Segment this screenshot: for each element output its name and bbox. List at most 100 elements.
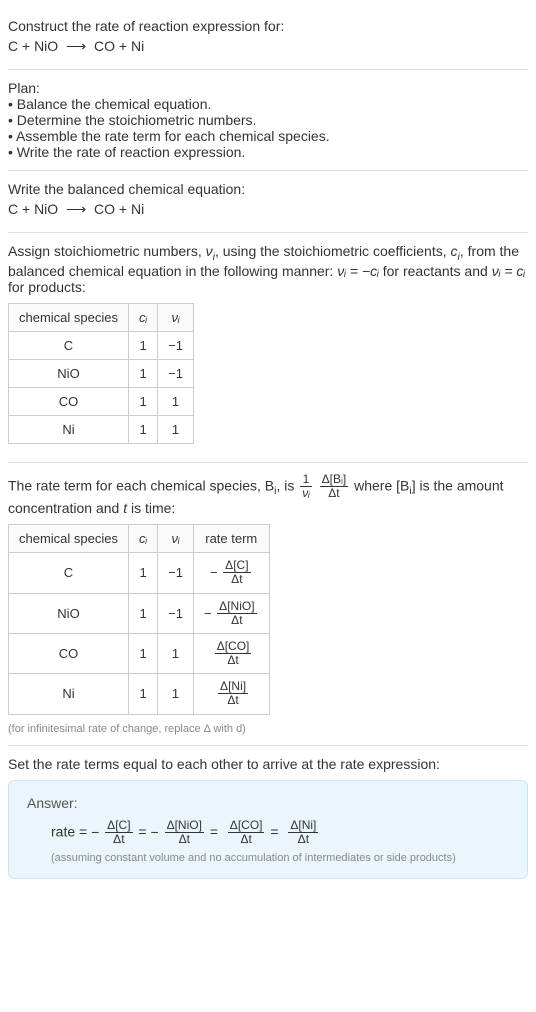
plan-item: • Determine the stoichiometric numbers. xyxy=(8,112,528,128)
cell-species: C xyxy=(9,553,129,593)
text: The rate term for each chemical species,… xyxy=(8,477,274,493)
rateterm-section: The rate term for each chemical species,… xyxy=(8,463,528,746)
cell-vi: 1 xyxy=(158,387,194,415)
stoich-intro: Assign stoichiometric numbers, νi, using… xyxy=(8,243,528,295)
rate-label: rate = xyxy=(51,823,91,839)
balanced-equation: C + NiO ⟶ CO + Ni xyxy=(8,201,528,218)
answer-expression: rate = − Δ[C] Δt = − Δ[NiO] Δt = Δ[CO] Δ… xyxy=(51,819,509,846)
final-section: Set the rate terms equal to each other t… xyxy=(8,746,528,889)
cell-ci: 1 xyxy=(129,593,158,633)
col-ci: cᵢ xyxy=(129,303,158,331)
cell-vi: −1 xyxy=(158,331,194,359)
denominator: Δt xyxy=(228,833,265,846)
cell-vi: −1 xyxy=(158,553,194,593)
numerator: 1 xyxy=(300,473,312,487)
plan-item-text: Write the rate of reaction expression. xyxy=(17,144,246,160)
denominator: Δt xyxy=(165,833,204,846)
eq-right: CO + Ni xyxy=(94,38,144,54)
cell-ci: 1 xyxy=(129,674,158,714)
fraction: Δ[CO] Δt xyxy=(228,819,265,846)
table-row: NiO 1 −1 − Δ[NiO] Δt xyxy=(9,593,270,633)
eq-left: C + NiO xyxy=(8,201,58,217)
cell-species: Ni xyxy=(9,674,129,714)
final-title: Set the rate terms equal to each other t… xyxy=(8,756,528,772)
cell-rate: Δ[CO] Δt xyxy=(193,633,269,673)
text: for reactants and xyxy=(379,263,492,279)
cell-rate: Δ[Ni] Δt xyxy=(193,674,269,714)
cell-ci: 1 xyxy=(129,387,158,415)
answer-box: Answer: rate = − Δ[C] Δt = − Δ[NiO] Δt =… xyxy=(8,780,528,879)
symbol: c xyxy=(451,243,458,259)
sign: − xyxy=(151,824,159,840)
table-row: Ni 1 1 xyxy=(9,415,194,443)
cell-ci: 1 xyxy=(129,415,158,443)
cell-vi: −1 xyxy=(158,359,194,387)
text: , using the stoichiometric coefficients, xyxy=(215,243,451,259)
plan-item-text: Determine the stoichiometric numbers. xyxy=(17,112,257,128)
header-text: νᵢ xyxy=(171,310,179,325)
equals: = xyxy=(210,823,222,839)
cell-species: Ni xyxy=(9,415,129,443)
answer-note: (assuming constant volume and no accumul… xyxy=(51,852,509,864)
denominator: Δt xyxy=(218,694,248,707)
fraction: Δ[Ni] Δt xyxy=(288,819,318,846)
header-text: νᵢ xyxy=(171,531,179,546)
table-header-row: chemical species cᵢ νᵢ xyxy=(9,303,194,331)
col-vi: νᵢ xyxy=(158,303,194,331)
numerator: Δ[NiO] xyxy=(165,819,204,833)
relation: νᵢ = −cᵢ xyxy=(337,263,379,279)
fraction: Δ[Ni] Δt xyxy=(218,680,248,707)
symbol: ν xyxy=(206,243,213,259)
denominator: Δt xyxy=(320,487,349,500)
eq-arrow: ⟶ xyxy=(66,38,86,55)
fraction: 1 νᵢ xyxy=(300,473,312,500)
text: where [B xyxy=(354,477,409,493)
denominator: νᵢ xyxy=(302,486,310,500)
numerator: Δ[Bᵢ] xyxy=(320,473,349,487)
fraction: Δ[Bᵢ] Δt xyxy=(320,473,349,500)
plan-item-text: Assemble the rate term for each chemical… xyxy=(16,128,330,144)
cell-vi: 1 xyxy=(158,674,194,714)
rateterm-intro: The rate term for each chemical species,… xyxy=(8,473,528,516)
col-rate: rate term xyxy=(193,525,269,553)
cell-vi: −1 xyxy=(158,593,194,633)
cell-rate: − Δ[C] Δt xyxy=(193,553,269,593)
numerator: Δ[C] xyxy=(223,559,250,573)
cell-species: NiO xyxy=(9,359,129,387)
equals: = xyxy=(270,823,282,839)
numerator: Δ[CO] xyxy=(228,819,265,833)
plan-item-text: Balance the chemical equation. xyxy=(17,96,212,112)
denominator: Δt xyxy=(215,654,252,667)
balanced-title: Write the balanced chemical equation: xyxy=(8,181,528,197)
cell-rate: − Δ[NiO] Δt xyxy=(193,593,269,633)
sign: − xyxy=(91,824,99,840)
numerator: Δ[C] xyxy=(105,819,132,833)
plan-title: Plan: xyxy=(8,80,528,96)
stoich-section: Assign stoichiometric numbers, νi, using… xyxy=(8,233,528,463)
header-section: Construct the rate of reaction expressio… xyxy=(8,8,528,70)
plan-item: • Write the rate of reaction expression. xyxy=(8,144,528,160)
fraction: Δ[C] Δt xyxy=(105,819,132,846)
col-ci: cᵢ xyxy=(129,525,158,553)
numerator: Δ[CO] xyxy=(215,640,252,654)
col-vi: νᵢ xyxy=(158,525,194,553)
text: Assign stoichiometric numbers, xyxy=(8,243,206,259)
answer-label: Answer: xyxy=(27,795,509,811)
eq-arrow: ⟶ xyxy=(66,201,86,218)
rateterm-note: (for infinitesimal rate of change, repla… xyxy=(8,723,528,735)
balanced-section: Write the balanced chemical equation: C … xyxy=(8,171,528,233)
sign: − xyxy=(204,606,212,621)
stoich-table: chemical species cᵢ νᵢ C 1 −1 NiO 1 −1 C… xyxy=(8,303,194,444)
denominator: Δt xyxy=(217,614,256,627)
cell-species: CO xyxy=(9,387,129,415)
cell-vi: 1 xyxy=(158,415,194,443)
cell-species: C xyxy=(9,331,129,359)
sign: − xyxy=(210,565,218,580)
table-row: C 1 −1 − Δ[C] Δt xyxy=(9,553,270,593)
fraction: Δ[C] Δt xyxy=(223,559,250,586)
eq-right: CO + Ni xyxy=(94,201,144,217)
denominator: Δt xyxy=(223,573,250,586)
table-row: Ni 1 1 Δ[Ni] Δt xyxy=(9,674,270,714)
numerator: Δ[Ni] xyxy=(288,819,318,833)
denominator: Δt xyxy=(288,833,318,846)
